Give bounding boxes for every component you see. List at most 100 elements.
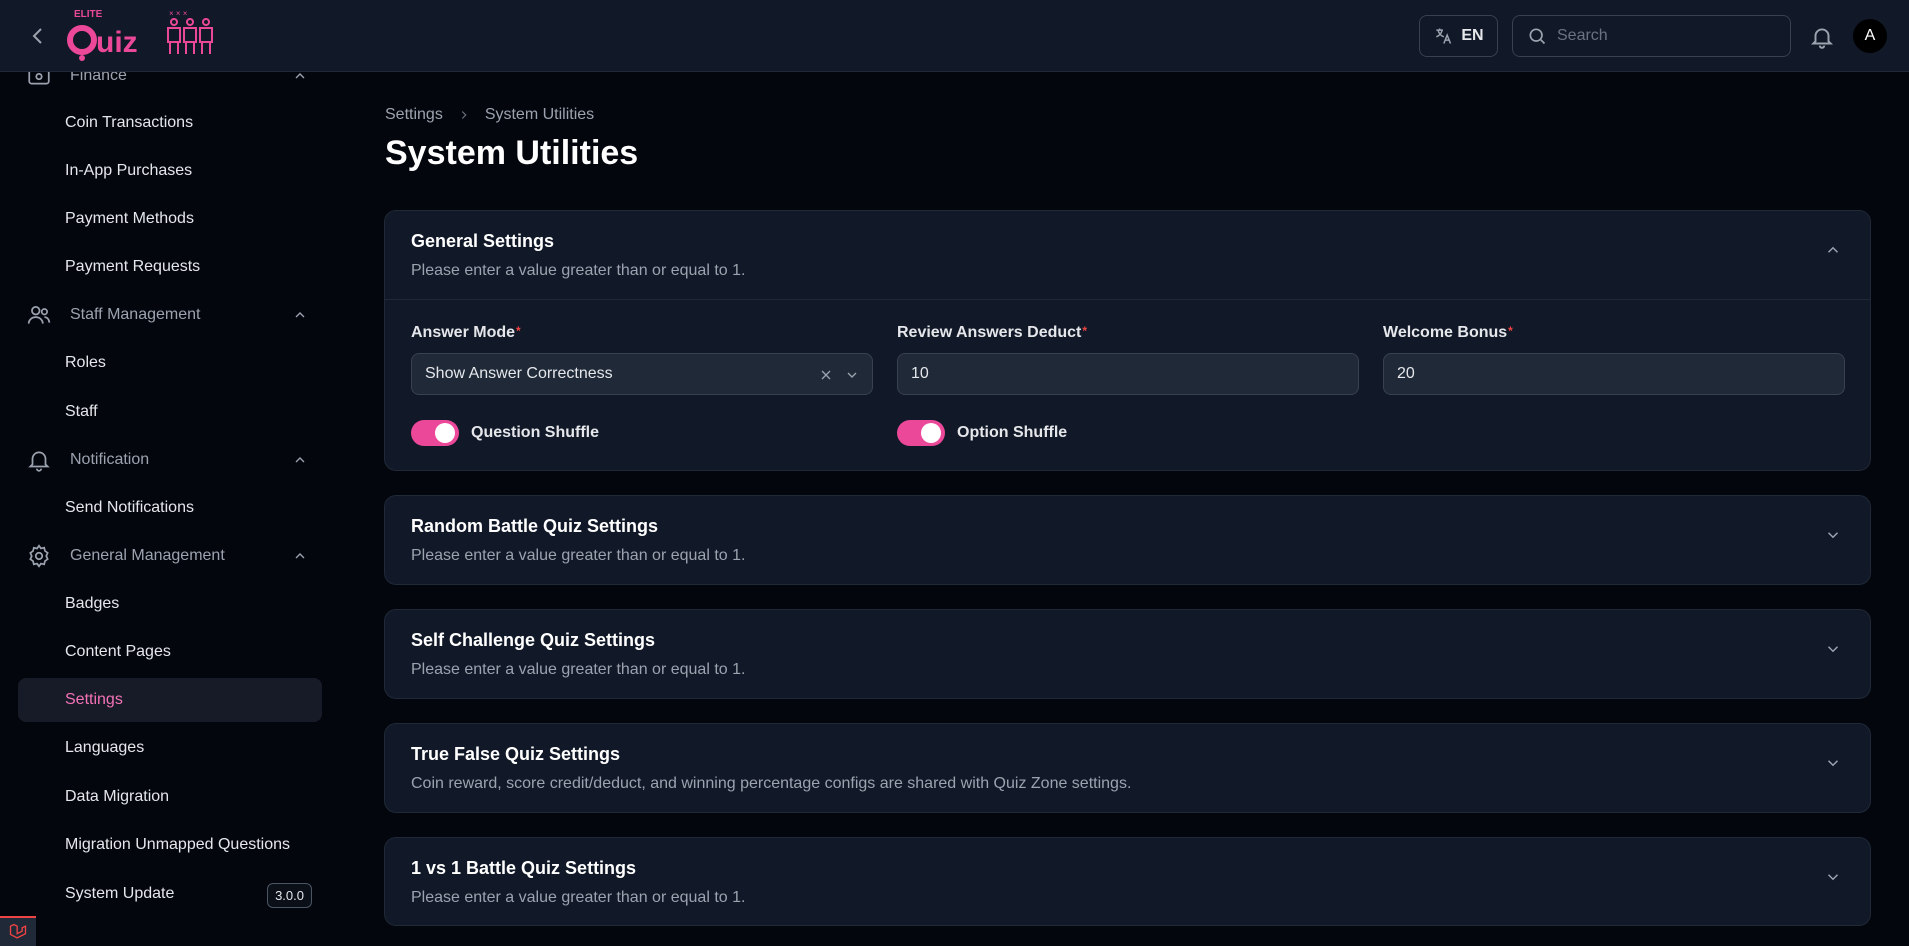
sidebar-item-content-pages[interactable]: Content Pages — [18, 630, 322, 674]
sidebar-item-label: Coin Transactions — [65, 114, 194, 131]
welcome-bonus-field: Welcome Bonus* 20 — [1383, 324, 1845, 395]
question-shuffle-switch[interactable] — [411, 420, 459, 446]
sidebar-item-send-notifications[interactable]: Send Notifications — [18, 486, 322, 530]
bell-icon — [28, 451, 50, 472]
section-self-challenge-quiz-settings[interactable]: Self Challenge Quiz Settings Please ente… — [384, 609, 1871, 699]
field-label: Review Answers Deduct* — [897, 324, 1088, 341]
toggle-label: Option Shuffle — [957, 424, 1068, 441]
sidebar-item-roles[interactable]: Roles — [18, 341, 322, 385]
sidebar-item-label: Settings — [65, 691, 123, 708]
translate-icon — [1436, 28, 1452, 44]
section-header[interactable]: Self Challenge Quiz Settings Please ente… — [385, 610, 1870, 698]
section-body: Answer Mode* Show Answer Correctness Rev… — [385, 299, 1870, 471]
answer-mode-field: Answer Mode* Show Answer Correctness — [411, 324, 873, 395]
input-value: 10 — [911, 365, 929, 382]
clear-icon[interactable] — [818, 367, 834, 383]
top-bar: ELITE uiz × × × EN A — [0, 0, 1909, 72]
section-header[interactable]: 1 vs 1 Battle Quiz Settings Please enter… — [385, 838, 1870, 926]
sidebar-group-label: Staff Management — [70, 306, 201, 323]
language-code: EN — [1461, 27, 1484, 44]
sidebar-item-label: Languages — [65, 739, 145, 756]
sidebar-group-staff-management[interactable]: Staff Management — [18, 293, 322, 337]
section-random-battle-quiz-settings[interactable]: Random Battle Quiz Settings Please enter… — [384, 495, 1871, 585]
gear-icon — [29, 544, 49, 568]
field-label: Welcome Bonus* — [1383, 324, 1513, 341]
section-header[interactable]: General Settings Please enter a value gr… — [385, 211, 1870, 299]
sidebar-item-badges[interactable]: Badges — [18, 582, 322, 626]
chevron-up-icon[interactable] — [292, 548, 308, 564]
laravel-icon — [9, 923, 27, 939]
welcome-bonus-input[interactable]: 20 — [1383, 353, 1845, 395]
sidebar-item-staff[interactable]: Staff — [18, 390, 322, 434]
breadcrumb-parent-link[interactable]: Settings — [385, 106, 443, 124]
breadcrumb: Settings System Utilities — [385, 106, 594, 124]
section-description: Coin reward, score credit/deduct, and wi… — [411, 775, 1132, 792]
chevron-down-icon[interactable] — [1824, 754, 1842, 772]
section-true-false-quiz-settings[interactable]: True False Quiz Settings Coin reward, sc… — [384, 723, 1871, 813]
chevron-down-icon[interactable] — [1824, 640, 1842, 658]
section-title: True False Quiz Settings — [411, 744, 621, 764]
chevron-up-icon[interactable] — [1824, 241, 1842, 259]
chevron-right-icon — [461, 111, 467, 119]
page-title: System Utilities — [385, 134, 639, 172]
svg-text:× × ×: × × × — [169, 9, 188, 18]
breadcrumb-current: System Utilities — [484, 106, 595, 123]
sidebar-item-migration-unmapped-questions[interactable]: Migration Unmapped Questions — [18, 823, 322, 867]
section-1v1-battle-quiz-settings[interactable]: 1 vs 1 Battle Quiz Settings Please enter… — [384, 837, 1871, 926]
sidebar-item-settings[interactable]: Settings — [18, 678, 322, 722]
chevron-down-icon[interactable] — [1824, 526, 1842, 544]
sidebar-item-payment-requests[interactable]: Payment Requests — [18, 245, 322, 289]
version-badge: 3.0.0 — [267, 883, 312, 908]
sidebar-item-system-update[interactable]: System Update 3.0.0 — [18, 872, 322, 916]
chevron-up-icon[interactable] — [292, 72, 308, 84]
language-switcher-button[interactable]: EN — [1419, 15, 1498, 57]
section-description: Please enter a value greater than or equ… — [411, 262, 746, 279]
chevron-down-icon[interactable] — [844, 367, 860, 383]
toggle-label: Question Shuffle — [471, 424, 599, 441]
sidebar-group-general-management[interactable]: General Management — [18, 534, 322, 578]
sidebar-item-label: System Update — [65, 885, 175, 902]
users-icon — [27, 306, 51, 324]
section-description: Please enter a value greater than or equ… — [411, 547, 746, 564]
field-label: Answer Mode* — [411, 324, 521, 341]
option-shuffle-switch[interactable] — [897, 420, 945, 446]
answer-mode-select[interactable]: Show Answer Correctness — [411, 353, 873, 395]
sidebar-item-label: Send Notifications — [65, 499, 194, 516]
chevron-up-icon[interactable] — [292, 452, 308, 468]
review-answers-deduct-input[interactable]: 10 — [897, 353, 1359, 395]
chevron-down-icon[interactable] — [1824, 868, 1842, 886]
search-input[interactable] — [1557, 27, 1777, 45]
back-arrow-icon[interactable] — [26, 24, 50, 48]
elite-quiz-logo[interactable]: ELITE uiz × × × — [66, 6, 216, 64]
debug-toolbar-toggle[interactable] — [0, 916, 36, 946]
sidebar-item-label: Staff — [65, 403, 98, 420]
sidebar-item-languages[interactable]: Languages — [18, 726, 322, 770]
section-header[interactable]: Random Battle Quiz Settings Please enter… — [385, 496, 1870, 584]
sidebar-item-data-migration[interactable]: Data Migration — [18, 775, 322, 819]
section-header[interactable]: True False Quiz Settings Coin reward, sc… — [385, 724, 1870, 812]
section-description: Please enter a value greater than or equ… — [411, 889, 746, 906]
sidebar-item-label: Data Migration — [65, 788, 170, 805]
sidebar-group-notification[interactable]: Notification — [18, 438, 322, 482]
section-description: Please enter a value greater than or equ… — [411, 661, 746, 678]
section-title: Self Challenge Quiz Settings — [411, 630, 656, 650]
sidebar-item-label: Payment Methods — [65, 210, 194, 227]
user-avatar[interactable]: A — [1853, 19, 1887, 53]
sidebar-item-label: Content Pages — [65, 643, 171, 660]
sidebar: Finance Coin Transactions In-App Purchas… — [0, 72, 340, 946]
input-value: 20 — [1397, 365, 1415, 382]
sidebar-item-label: Payment Requests — [65, 258, 201, 275]
sidebar-item-payment-methods[interactable]: Payment Methods — [18, 197, 322, 241]
sidebar-item-label: In-App Purchases — [65, 162, 193, 179]
sidebar-group-finance[interactable]: Finance — [18, 72, 322, 98]
logo-elite-text: ELITE — [74, 9, 103, 20]
notifications-bell-icon[interactable] — [1809, 24, 1835, 50]
search-box[interactable] — [1512, 15, 1791, 57]
sidebar-item-label: Roles — [65, 354, 106, 371]
finance-icon — [28, 72, 50, 85]
sidebar-item-in-app-purchases[interactable]: In-App Purchases — [18, 149, 322, 193]
sidebar-item-coin-transactions[interactable]: Coin Transactions — [18, 101, 322, 145]
sidebar-group-label: Notification — [70, 451, 150, 468]
sidebar-group-label: Finance — [70, 72, 127, 84]
chevron-up-icon[interactable] — [292, 307, 308, 323]
